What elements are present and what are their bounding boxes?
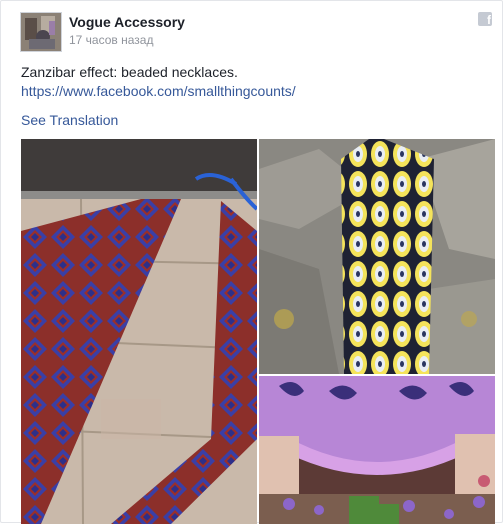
post-link[interactable]: https://www.facebook.com/smallthingcount… (21, 83, 296, 99)
post-timestamp[interactable]: 17 часов назад (69, 33, 153, 47)
post-photo-top-right[interactable] (259, 139, 495, 374)
post-card: Vogue Accessory 17 часов назад f Zanziba… (0, 0, 503, 524)
post-photo-bottom-right[interactable] (259, 376, 495, 524)
page-avatar[interactable] (20, 12, 62, 52)
post-photo-left[interactable] (21, 139, 257, 524)
post-text: Zanzibar effect: beaded necklaces. (21, 64, 238, 80)
page-name-link[interactable]: Vogue Accessory (69, 14, 185, 30)
facebook-icon: f (478, 12, 492, 27)
see-translation-link[interactable]: See Translation (21, 112, 118, 128)
